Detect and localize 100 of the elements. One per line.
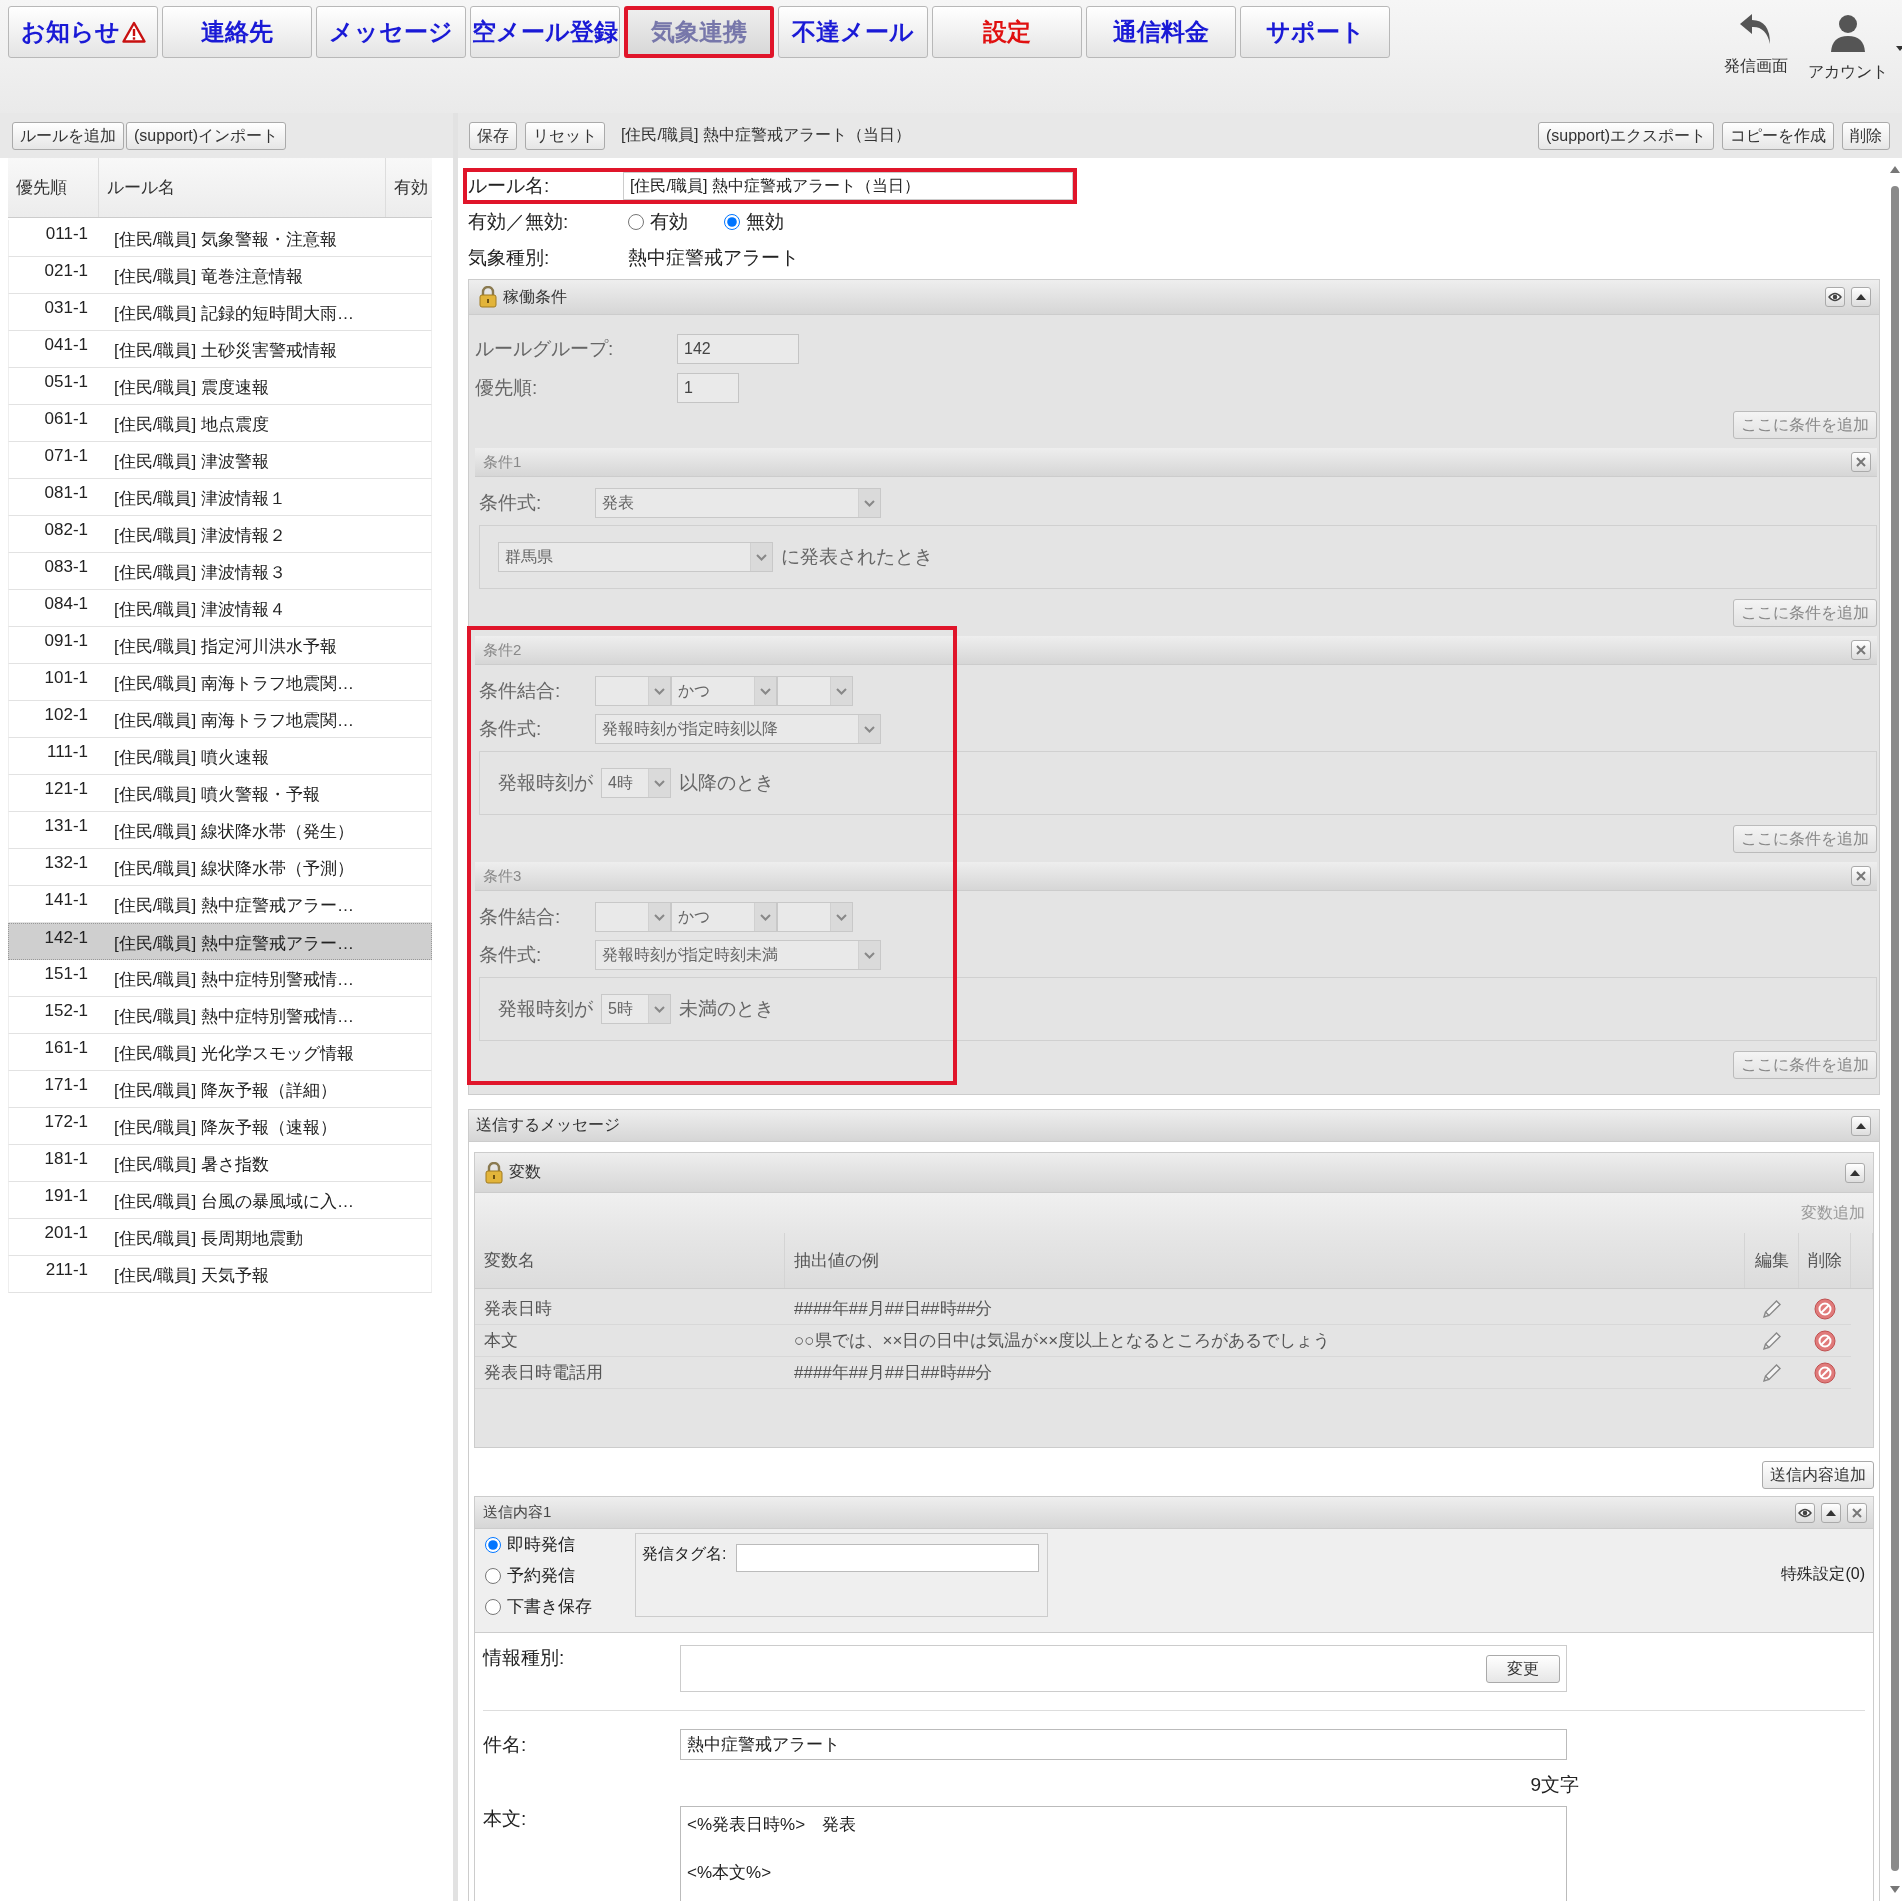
nav-tab[interactable]: 不達メール [778, 6, 928, 58]
radio-button[interactable] [485, 1598, 501, 1615]
dropdown[interactable]: 群馬県 [498, 542, 773, 572]
dropdown[interactable]: 5時 [601, 994, 671, 1024]
list-row[interactable]: 011-1 [住民/職員] 気象警報・注意報 [8, 220, 432, 257]
dropdown[interactable]: かつ [671, 902, 777, 932]
list-row[interactable]: 121-1 [住民/職員] 噴火警報・予報 [8, 775, 432, 812]
dropdown[interactable]: 発表 [595, 488, 881, 518]
list-row[interactable]: 041-1 [住民/職員] 土砂災害警戒情報 [8, 331, 432, 368]
list-row[interactable]: 191-1 [住民/職員] 台風の暴風域に入… [8, 1182, 432, 1219]
dropdown[interactable]: 発報時刻が指定時刻以降 [595, 714, 881, 744]
detail-text: 発報時刻が [498, 997, 593, 1021]
radio-button[interactable] [724, 214, 740, 230]
toolbar-button[interactable]: 削除 [1842, 121, 1890, 150]
add-content-button[interactable]: 送信内容追加 [1762, 1461, 1874, 1489]
list-row[interactable]: 131-1 [住民/職員] 線状降水帯（発生） [8, 812, 432, 849]
table-cell-text: [住民/職員] 地点震度 [113, 414, 269, 436]
list-row[interactable]: 152-1 [住民/職員] 熱中症特別警戒情… [8, 997, 432, 1034]
nav-tab[interactable]: 連絡先 [162, 6, 312, 58]
list-row[interactable]: 141-1 [住民/職員] 熱中症警戒アラー… [8, 886, 432, 923]
input-field[interactable] [736, 1544, 1040, 1572]
close-button[interactable] [1847, 1502, 1867, 1523]
collapse-button[interactable] [1851, 1115, 1871, 1136]
dropdown[interactable]: 4時 [601, 768, 671, 798]
column-header: 抽出値の例 [785, 1233, 1745, 1288]
list-row[interactable]: 051-1 [住民/職員] 震度速報 [8, 368, 432, 405]
toolbar-button[interactable]: 保存 [469, 121, 517, 150]
close-icon [1856, 871, 1866, 881]
toolbar-button[interactable]: コピーを作成 [1722, 121, 1834, 150]
table-cell-text: 141-1 [43, 889, 89, 911]
account-link[interactable]: アカウント [1808, 62, 1888, 83]
view-button[interactable] [1795, 1502, 1815, 1523]
close-button[interactable] [1851, 640, 1871, 660]
person-icon [1828, 12, 1868, 52]
nav-tab[interactable]: 通信料金 [1086, 6, 1236, 58]
list-row[interactable]: 102-1 [住民/職員] 南海トラフ地震関… [8, 701, 432, 738]
list-row[interactable]: 083-1 [住民/職員] 津波情報３ [8, 553, 432, 590]
radio-button[interactable] [628, 214, 644, 230]
list-row[interactable]: 071-1 [住民/職員] 津波警報 [8, 442, 432, 479]
nav-tab[interactable]: メッセージ [316, 6, 466, 58]
input-field[interactable]: [住民/職員] 熱中症警戒アラート（当日） [623, 172, 1073, 200]
caret-icon [654, 779, 665, 787]
list-row[interactable]: 081-1 [住民/職員] 津波情報１ [8, 479, 432, 516]
pencil-icon[interactable] [1761, 1329, 1783, 1352]
list-row[interactable]: 091-1 [住民/職員] 指定河川洪水予報 [8, 627, 432, 664]
collapse-button[interactable] [1851, 287, 1871, 307]
list-row[interactable]: 201-1 [住民/職員] 長周期地震動 [8, 1219, 432, 1256]
table-cell-text: 発表日時 [483, 1298, 553, 1320]
list-row[interactable]: 211-1 [住民/職員] 天気予報 [8, 1256, 432, 1293]
toolbar-button[interactable]: (support)インポート [126, 121, 287, 150]
condition-title: 条件2 [483, 640, 522, 660]
list-row[interactable]: 172-1 [住民/職員] 降灰予報（速報） [8, 1108, 432, 1145]
input-field[interactable]: 142 [677, 334, 799, 364]
table-cell-text: [住民/職員] 天気予報 [113, 1265, 269, 1287]
no-entry-icon[interactable] [1814, 1297, 1836, 1320]
radio-label: 予約発信 [507, 1565, 575, 1587]
no-entry-icon[interactable] [1814, 1329, 1836, 1352]
close-button[interactable] [1851, 866, 1871, 886]
view-button[interactable] [1825, 287, 1845, 307]
toolbar-button[interactable]: (support)エクスポート [1537, 121, 1714, 150]
input-field[interactable]: 熱中症警戒アラート [680, 1729, 1567, 1760]
change-button[interactable]: 変更 [1486, 1654, 1560, 1683]
radio-button[interactable] [485, 1567, 501, 1584]
list-row[interactable]: 171-1 [住民/職員] 降灰予報（詳細） [8, 1071, 432, 1108]
list-row[interactable]: 151-1 [住民/職員] 熱中症特別警戒情… [8, 960, 432, 997]
no-entry-icon[interactable] [1814, 1361, 1836, 1384]
list-row[interactable]: 181-1 [住民/職員] 暑さ指数 [8, 1145, 432, 1182]
send-screen-link[interactable]: 発信画面 [1724, 56, 1788, 77]
list-row[interactable]: 084-1 [住民/職員] 津波情報４ [8, 590, 432, 627]
toolbar-button[interactable]: ルールを追加 [12, 121, 124, 150]
list-row[interactable]: 061-1 [住民/職員] 地点震度 [8, 405, 432, 442]
list-row[interactable]: 161-1 [住民/職員] 光化学スモッグ情報 [8, 1034, 432, 1071]
list-row[interactable]: 132-1 [住民/職員] 線状降水帯（予測） [8, 849, 432, 886]
list-row[interactable]: 021-1 [住民/職員] 竜巻注意情報 [8, 257, 432, 294]
list-row[interactable]: 142-1 [住民/職員] 熱中症警戒アラー… [8, 923, 432, 960]
text-area[interactable]: <%発表日時%> 発表 <%本文%> [680, 1806, 1567, 1901]
nav-tab[interactable]: 空メール登録 [470, 6, 620, 58]
collapse-button[interactable] [1845, 1162, 1865, 1183]
panel-title: 稼働条件 [503, 286, 567, 307]
pencil-icon[interactable] [1761, 1297, 1783, 1320]
list-row[interactable]: 082-1 [住民/職員] 津波情報２ [8, 516, 432, 553]
pencil-icon[interactable] [1761, 1361, 1783, 1384]
table-cell-text: [住民/職員] 記録的短時間大雨… [113, 303, 354, 325]
dropdown[interactable]: 発報時刻が指定時刻未満 [595, 940, 881, 970]
toolbar-button[interactable]: リセット [525, 121, 605, 150]
table-cell-text: [住民/職員] 指定河川洪水予報 [113, 636, 337, 658]
table-cell-text: [住民/職員] 熱中症警戒アラー… [113, 895, 354, 917]
nav-tab[interactable]: サポート [1240, 6, 1390, 58]
nav-tab[interactable]: お知らせ [8, 6, 158, 58]
nav-tab[interactable]: 設定 [932, 6, 1082, 58]
collapse-button[interactable] [1821, 1502, 1841, 1523]
close-button[interactable] [1851, 452, 1871, 472]
dropdown[interactable]: かつ [671, 676, 777, 706]
table-cell-text: 061-1 [43, 408, 89, 430]
list-row[interactable]: 031-1 [住民/職員] 記録的短時間大雨… [8, 294, 432, 331]
list-row[interactable]: 111-1 [住民/職員] 噴火速報 [8, 738, 432, 775]
input-field[interactable]: 1 [677, 373, 739, 403]
special-settings-link[interactable]: 特殊設定(0) [1781, 1564, 1865, 1585]
list-row[interactable]: 101-1 [住民/職員] 南海トラフ地震関… [8, 664, 432, 701]
radio-button[interactable] [485, 1536, 501, 1553]
